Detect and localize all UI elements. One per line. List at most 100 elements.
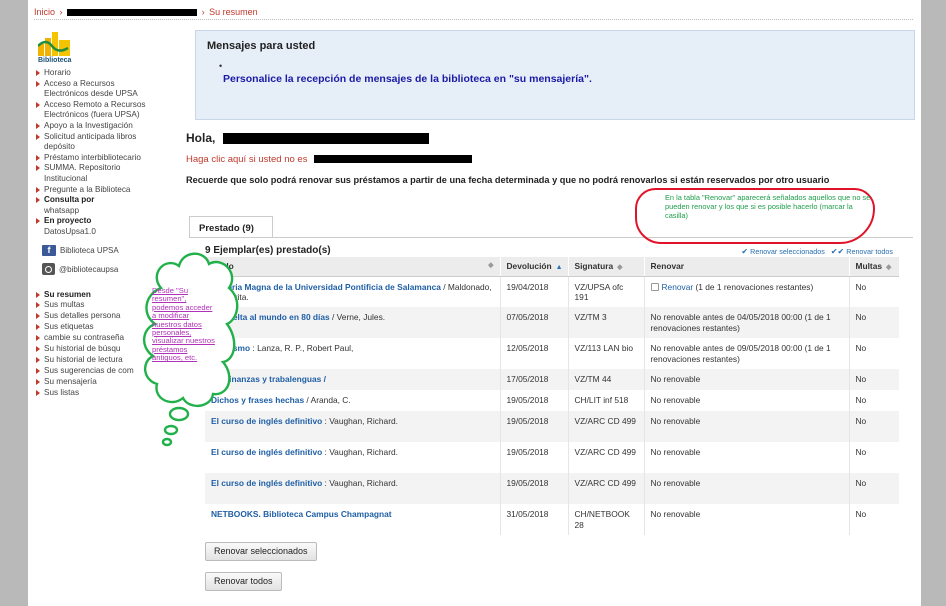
cell-renew: No renovable	[644, 411, 850, 442]
table-row: Historia Magna de la Universidad Pontifi…	[205, 276, 899, 307]
sidebar-item[interactable]: Consulta por	[34, 195, 182, 206]
sort-icon: ◆	[617, 264, 623, 272]
table-row: El curso de inglés definitivo : Vaughan,…	[205, 411, 899, 442]
cell-due: 17/05/2018	[500, 369, 569, 390]
cell-due: 19/05/2018	[500, 390, 569, 411]
cell-fines: No	[849, 411, 899, 442]
table-row: Adivinanzas y trabalenguas /17/05/2018 VZ…	[205, 369, 899, 390]
sidebar-item[interactable]: Préstamo interbibliotecario	[34, 153, 182, 164]
cell-fines: No	[849, 442, 899, 473]
renew-selected-link[interactable]: ✔ Renovar seleccionados	[741, 247, 824, 256]
renew-all-button[interactable]: Renovar todos	[205, 572, 282, 591]
sidebar-item[interactable]: Solicitud anticipada libros	[34, 132, 182, 143]
cell-due: 31/05/2018	[500, 504, 569, 535]
sidebar-item[interactable]: Horario	[34, 68, 182, 79]
cell-renew: No renovable antes de 09/05/2018 00:00 (…	[644, 338, 850, 369]
messaging-link[interactable]: Personalice la recepción de mensajes de …	[223, 73, 914, 85]
loans-table: Título◆ Devolución▲ Signatura◆ Renovar M…	[205, 257, 899, 535]
sidebar-item[interactable]: whatsapp	[34, 206, 182, 217]
sidebar-item[interactable]: Acceso a Recursos	[34, 79, 182, 90]
cell-title: El curso de inglés definitivo : Vaughan,…	[205, 473, 501, 504]
cell-title: Dichos y frases hechas / Aranda, C.	[205, 390, 501, 411]
author: / Verne, Jules.	[329, 312, 386, 322]
greeting: Hola,	[186, 131, 429, 145]
redacted-username	[314, 155, 473, 164]
table-row: Altruismo : Lanza, R. P., Robert Paul,12…	[205, 338, 899, 369]
table-row: El curso de inglés definitivo : Vaughan,…	[205, 442, 899, 473]
sidebar-item[interactable]: Acceso Remoto a Recursos	[34, 100, 182, 111]
column-due[interactable]: Devolución ▲	[500, 257, 569, 277]
sidebar-menu: Horario Acceso a Recursos Electrónicos des…	[34, 68, 182, 238]
cell-callnumber: VZ/113 LAN bio	[568, 338, 645, 369]
column-title[interactable]: Título◆	[205, 257, 501, 277]
table-row: La vuelta al mundo en 80 días / Verne, J…	[205, 307, 899, 338]
sidebar-item[interactable]: SUMMA. Repositorio	[34, 163, 182, 174]
sidebar-item[interactable]: Apoyo a la Investigación	[34, 121, 182, 132]
cell-due: 19/05/2018	[500, 473, 569, 504]
tab-prestado[interactable]: Prestado (9)	[189, 216, 273, 238]
cell-renew: No renovable	[644, 504, 850, 535]
cell-fines: No	[849, 338, 899, 369]
cell-callnumber: VZ/TM 3	[568, 307, 645, 338]
column-renew: Renovar	[644, 257, 850, 277]
table-row: El curso de inglés definitivo : Vaughan,…	[205, 473, 899, 504]
messages-title: Mensajes para usted	[207, 40, 316, 52]
messages-box: Mensajes para usted • Personalice la rec…	[195, 30, 915, 120]
author: / Aranda, C.	[304, 395, 351, 405]
renew-selected-button[interactable]: Renovar seleccionados	[205, 542, 317, 561]
cell-due: 19/05/2018	[500, 442, 569, 473]
breadcrumb-home[interactable]: Inicio	[34, 7, 55, 17]
cell-callnumber: VZ/ARC CD 499	[568, 442, 645, 473]
cell-fines: No	[849, 369, 899, 390]
cell-callnumber: VZ/TM 44	[568, 369, 645, 390]
author: : Vaughan, Richard.	[322, 416, 398, 426]
cell-fines: No	[849, 390, 899, 411]
cell-callnumber: VZ/UPSA ofc 191	[568, 276, 645, 307]
table-row: NETBOOKS. Biblioteca Campus Champagnat 31…	[205, 504, 899, 535]
cell-renew: No renovable	[644, 473, 850, 504]
title-link[interactable]: NETBOOKS. Biblioteca Campus Champagnat	[211, 509, 392, 519]
table-row: Dichos y frases hechas / Aranda, C. 19/05…	[205, 390, 899, 411]
double-check-icon: ✔✔	[830, 247, 845, 256]
cell-title: NETBOOKS. Biblioteca Campus Champagnat	[205, 504, 501, 535]
sidebar-item[interactable]: depósito	[34, 142, 182, 153]
check-icon: ✔	[741, 247, 749, 256]
cell-title: La vuelta al mundo en 80 días / Verne, J…	[205, 307, 501, 338]
table-header-row: Título◆ Devolución▲ Signatura◆ Renovar M…	[205, 257, 899, 277]
instagram-icon	[42, 263, 55, 275]
breadcrumb-current: Su resumen	[209, 7, 258, 17]
sort-icon: ◆	[886, 264, 892, 272]
sidebar-item[interactable]: Electrónicos (fuera UPSA)	[34, 110, 182, 121]
renew-checkbox[interactable]	[650, 283, 659, 292]
sidebar-item[interactable]: Pregunte a la Biblioteca	[34, 185, 182, 196]
sidebar-item[interactable]: Electrónicos desde UPSA	[34, 89, 182, 100]
annotation-renew: En la tabla "Renovar" aparecerá señalado…	[665, 193, 871, 220]
renewal-notice: Recuerde que solo podrá renovar sus prés…	[186, 175, 830, 185]
column-callnumber[interactable]: Signatura ◆	[568, 257, 645, 277]
cell-title: El curso de inglés definitivo : Vaughan,…	[205, 442, 501, 473]
not-you-link[interactable]: Haga clic aquí si usted no es	[186, 154, 473, 165]
cell-renew: No renovable	[644, 390, 850, 411]
cell-title: El curso de inglés definitivo : Vaughan,…	[205, 411, 501, 442]
cell-renew: No renovable	[644, 369, 850, 390]
cell-fines: No	[849, 276, 899, 307]
author: : Vaughan, Richard.	[322, 447, 398, 457]
cell-due: 07/05/2018	[500, 307, 569, 338]
sidebar-item[interactable]: En proyecto	[34, 216, 182, 227]
cell-fines: No	[849, 473, 899, 504]
renew-link[interactable]: Renovar	[662, 282, 694, 292]
sidebar-item[interactable]: Institucional	[34, 174, 182, 185]
column-fines[interactable]: Multas ◆	[849, 257, 899, 277]
cell-due: 19/04/2018	[500, 276, 569, 307]
cell-callnumber: VZ/ARC CD 499	[568, 411, 645, 442]
renew-all-link[interactable]: ✔✔ Renovar todos	[831, 247, 893, 256]
sidebar-item[interactable]: DatosUpsa1.0	[34, 227, 182, 238]
divider	[34, 19, 913, 20]
redacted-name	[67, 9, 198, 17]
cell-renew: Renovar (1 de 1 renovaciones restantes)	[644, 276, 850, 307]
cell-renew: No renovable	[644, 442, 850, 473]
title-link[interactable]: Historia Magna de la Universidad Pontifi…	[211, 282, 441, 292]
library-logo[interactable]	[38, 30, 70, 56]
title-link[interactable]: El curso de inglés definitivo	[211, 478, 322, 488]
cell-fines: No	[849, 504, 899, 535]
